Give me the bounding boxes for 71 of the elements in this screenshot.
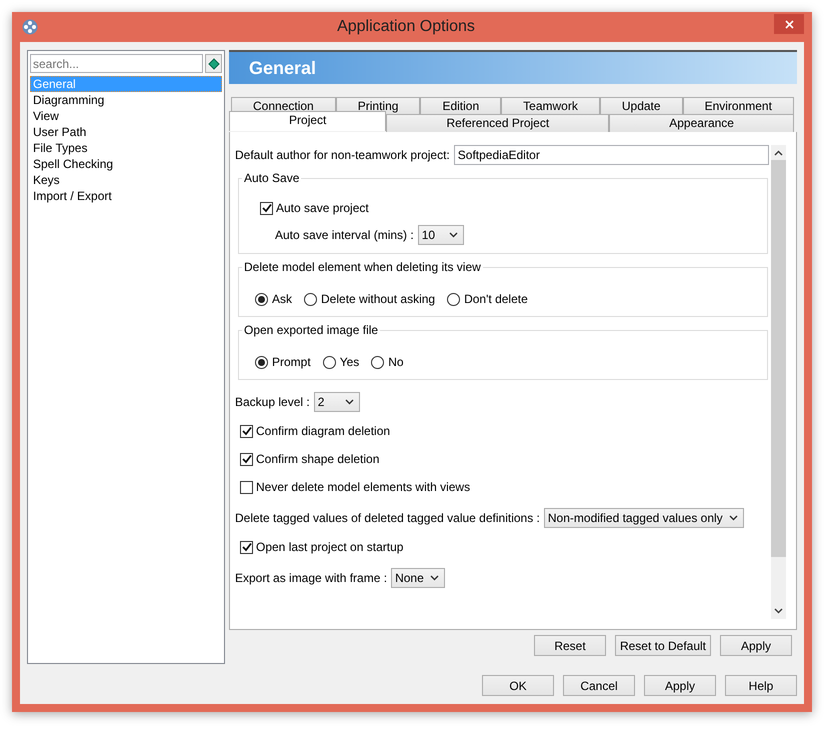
- scrollbar[interactable]: [771, 145, 786, 619]
- tab[interactable]: Update: [600, 97, 683, 114]
- category-item[interactable]: File Types: [30, 140, 222, 156]
- setting-label: Auto save project: [276, 200, 369, 217]
- setting-label: Export as image with frame :: [235, 570, 388, 587]
- checkbox[interactable]: [240, 424, 253, 438]
- setting-label: Delete without asking: [321, 291, 436, 308]
- panel-button[interactable]: Reset to Default: [615, 635, 711, 656]
- author-field[interactable]: SoftpediaEditor: [454, 145, 769, 165]
- tab[interactable]: Edition: [420, 97, 502, 114]
- app-icon: [22, 19, 38, 35]
- dialog-button[interactable]: OK: [482, 675, 554, 696]
- category-item[interactable]: Spell Checking: [30, 156, 222, 172]
- scroll-down-icon[interactable]: [774, 608, 783, 614]
- search-button[interactable]: [205, 54, 222, 73]
- checkbox[interactable]: [240, 480, 253, 494]
- category-item[interactable]: Diagramming: [30, 92, 222, 108]
- setting-label: Ask: [272, 291, 292, 308]
- caret-icon: [430, 575, 439, 581]
- tab[interactable]: Appearance: [609, 114, 794, 132]
- checkbox[interactable]: [260, 202, 273, 214]
- radio-button[interactable]: [255, 356, 268, 368]
- dialog-button[interactable]: Help: [725, 675, 797, 696]
- category-item[interactable]: View: [30, 108, 222, 124]
- radio-button[interactable]: [304, 292, 318, 306]
- checkbox[interactable]: [240, 452, 253, 466]
- setting-label: Auto save interval (mins) :: [275, 227, 414, 244]
- caret-icon: [448, 232, 458, 238]
- radio-button[interactable]: [255, 292, 268, 306]
- category-item[interactable]: User Path: [30, 124, 222, 140]
- setting-label: Confirm diagram deletion: [256, 423, 390, 440]
- category-item[interactable]: Keys: [30, 172, 222, 188]
- page-header: General: [229, 50, 797, 84]
- setting-label: Delete tagged values of deleted tagged value definitions :: [235, 510, 540, 527]
- dialog-button[interactable]: Cancel: [563, 675, 635, 696]
- close-button[interactable]: [774, 14, 804, 34]
- dialog-button[interactable]: Apply: [644, 675, 716, 696]
- setting-label: No: [388, 354, 404, 371]
- checkbox[interactable]: [240, 540, 253, 554]
- group-title: Open exported image file: [243, 323, 380, 337]
- dropdown[interactable]: 10: [418, 225, 464, 245]
- category-item[interactable]: Import / Export: [30, 188, 222, 204]
- group-title: Delete model element when deleting its view: [243, 260, 482, 274]
- caret-icon: [728, 515, 738, 521]
- setting-label: Yes: [340, 354, 360, 371]
- setting-label: Don't delete: [464, 291, 528, 308]
- radio-button[interactable]: [322, 356, 336, 368]
- dropdown[interactable]: None: [391, 568, 445, 588]
- scroll-up-icon[interactable]: [774, 150, 783, 156]
- panel-button[interactable]: Reset: [534, 635, 606, 656]
- setting-label: Prompt: [272, 354, 311, 371]
- scroll-thumb[interactable]: [771, 160, 786, 557]
- setting-label: Never delete model elements with views: [256, 479, 470, 496]
- radio-button[interactable]: [371, 356, 384, 368]
- setting-label: Backup level :: [235, 394, 310, 411]
- setting-label: Open last project on startup: [256, 539, 404, 556]
- tab[interactable]: Environment: [682, 97, 794, 114]
- radio-button[interactable]: [447, 292, 460, 306]
- dropdown[interactable]: Non-modified tagged values only: [544, 508, 744, 528]
- tab[interactable]: Project: [229, 111, 386, 131]
- tab[interactable]: Teamwork: [501, 97, 600, 114]
- group-title: Auto Save: [243, 171, 300, 185]
- caret-icon: [344, 399, 354, 405]
- panel-button[interactable]: Apply: [720, 635, 792, 656]
- setting-label: Confirm shape deletion: [256, 451, 380, 468]
- tab[interactable]: Referenced Project: [386, 114, 610, 132]
- setting-label: Default author for non-teamwork project:: [235, 147, 450, 164]
- window-title: Application Options: [336, 17, 476, 37]
- search-field[interactable]: search...: [30, 54, 203, 73]
- close-icon: [784, 20, 794, 28]
- dropdown[interactable]: 2: [314, 392, 360, 412]
